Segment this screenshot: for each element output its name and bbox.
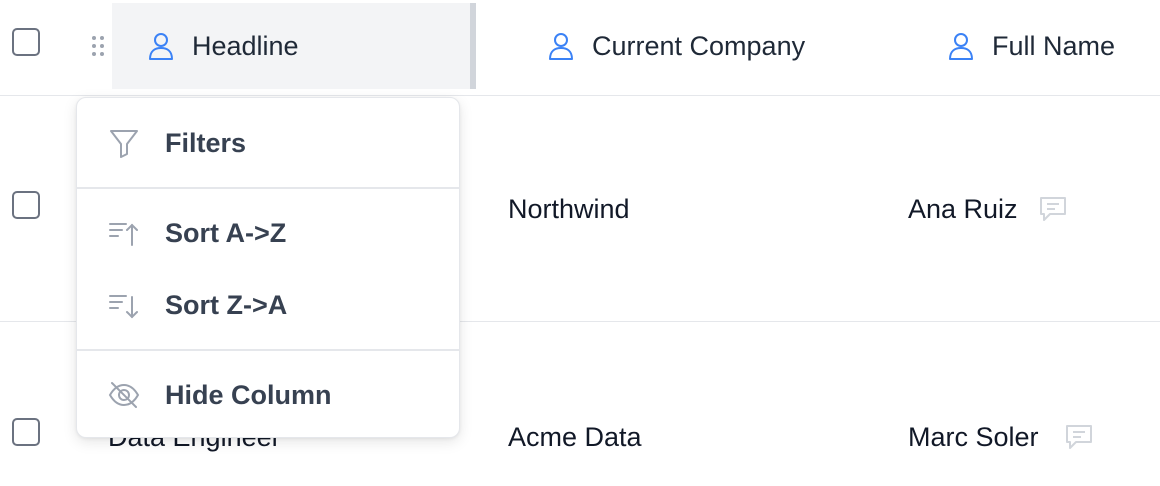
column-header-label: Current Company [592, 30, 806, 61]
row-checkbox[interactable] [12, 418, 40, 446]
menu-item-label: Filters [165, 127, 247, 158]
cell-current-company[interactable]: Acme Data [508, 422, 642, 453]
user-icon [549, 33, 573, 60]
menu-divider [77, 349, 459, 351]
user-icon [149, 33, 173, 60]
menu-item-sort-descending[interactable]: Sort Z->A [77, 275, 459, 335]
drag-handle-icon[interactable] [90, 34, 106, 58]
cell-full-name[interactable]: Marc Soler [908, 422, 1039, 453]
column-header-full-name[interactable]: Full Name [948, 3, 1115, 89]
comment-icon[interactable] [1064, 423, 1094, 451]
column-header-current-company[interactable]: Current Company [548, 3, 805, 89]
row-checkbox[interactable] [12, 191, 40, 219]
filter-icon [110, 130, 138, 158]
cell-current-company[interactable]: Northwind [508, 194, 630, 225]
user-icon [949, 33, 973, 60]
column-header-label: Full Name [992, 30, 1116, 61]
table-header-row: Headline Current Company Full Name [0, 0, 1160, 96]
menu-item-filters[interactable]: Filters [77, 113, 459, 173]
sort-ascending-icon [109, 223, 138, 246]
menu-item-hide-column[interactable]: Hide Column [77, 365, 459, 425]
column-options-menu: Filters Sort A->Z Sort Z->A Hide Column [76, 97, 460, 438]
menu-item-sort-ascending[interactable]: Sort A->Z [77, 203, 459, 263]
menu-item-label: Hide Column [165, 379, 332, 410]
menu-item-label: Sort A->Z [165, 217, 287, 248]
data-table: Headline Current Company Full Name North… [0, 0, 1160, 486]
sort-descending-icon [109, 295, 138, 319]
cell-full-name[interactable]: Ana Ruiz [908, 194, 1018, 225]
menu-divider [77, 187, 459, 189]
menu-item-label: Sort Z->A [165, 289, 288, 320]
eye-off-icon [108, 382, 140, 408]
column-header-label: Headline [192, 30, 299, 61]
column-header-headline[interactable]: Headline [112, 3, 476, 89]
comment-icon[interactable] [1038, 195, 1068, 223]
select-all-checkbox[interactable] [12, 28, 40, 56]
